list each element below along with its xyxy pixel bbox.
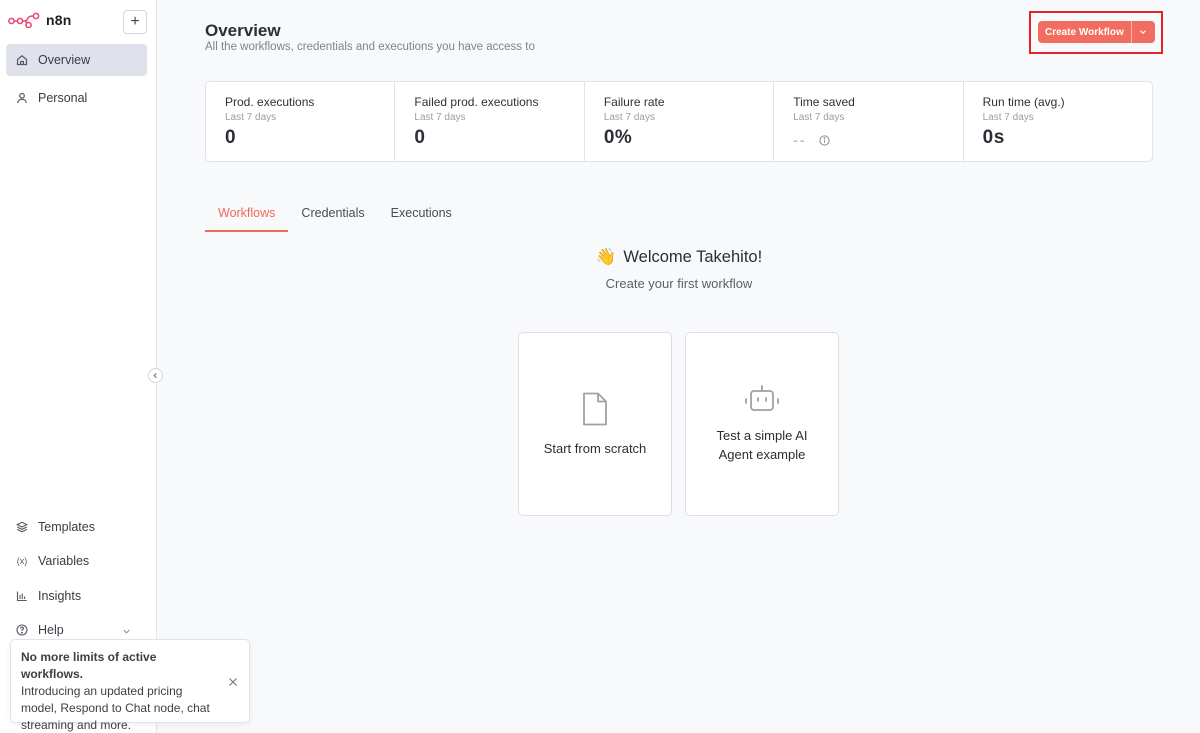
stat-value-row: -- (793, 132, 962, 148)
toast-body: Introducing an updated pricing model, Re… (21, 684, 210, 732)
ai-agent-example-card[interactable]: Test a simple AI Agent example (685, 332, 839, 516)
notification-toast: No more limits of active workflows. Intr… (10, 639, 250, 732)
stat-time-saved[interactable]: Time saved Last 7 days -- (774, 82, 964, 161)
sidebar-item-label: Help (38, 623, 64, 637)
toast-title: No more limits of active workflows. (21, 650, 157, 681)
close-icon[interactable] (228, 677, 238, 687)
sidebar-item-personal[interactable]: Personal (6, 82, 147, 114)
templates-icon (16, 521, 28, 533)
sidebar-item-variables[interactable]: (x) Variables (6, 545, 147, 577)
app-name: n8n (46, 12, 72, 28)
sidebar-item-label: Templates (38, 520, 95, 534)
file-icon (583, 392, 607, 425)
stat-period: Last 7 days (982, 112, 1034, 123)
stat-prod-executions[interactable]: Prod. executions Last 7 days 0 (206, 82, 396, 161)
sidebar-item-label: Variables (38, 554, 90, 568)
stat-value: 0s (982, 127, 1005, 148)
insights-icon (16, 590, 28, 602)
stat-value: 0 (414, 127, 426, 148)
user-icon (16, 92, 28, 104)
chevron-left-icon (153, 372, 157, 379)
start-from-scratch-card[interactable]: Start from scratch (518, 332, 672, 516)
sidebar: n8n + Overview Personal Templates (x) Va… (0, 0, 157, 733)
insights-summary: Prod. executions Last 7 days 0 Failed pr… (205, 81, 1153, 162)
stat-run-time[interactable]: Run time (avg.) Last 7 days 0s (964, 82, 1152, 161)
stat-value: -- (793, 132, 807, 148)
sidebar-item-label: Overview (38, 53, 91, 67)
tab-credentials[interactable]: Credentials (288, 203, 377, 232)
chevron-down-icon (1140, 30, 1147, 34)
card-label-line2: Agent example (718, 447, 806, 462)
stat-value: 0 (225, 127, 237, 148)
stat-label: Failure rate (603, 95, 665, 109)
tab-bar: Workflows Credentials Executions (205, 203, 465, 232)
n8n-logo[interactable]: n8n (8, 12, 72, 28)
help-icon (16, 624, 28, 636)
tab-workflows[interactable]: Workflows (205, 203, 289, 232)
welcome-subtitle: Create your first workflow (605, 276, 753, 291)
sidebar-item-label: Personal (38, 91, 88, 105)
create-workflow-button[interactable]: Create Workflow (1038, 21, 1131, 43)
collapse-sidebar-button[interactable] (148, 368, 163, 383)
create-workflow-dropdown[interactable] (1130, 21, 1155, 43)
stat-period: Last 7 days (603, 112, 655, 123)
card-label-line1: Test a simple AI (716, 428, 808, 443)
stat-period: Last 7 days (225, 112, 277, 123)
stat-period: Last 7 days (414, 112, 466, 123)
robot-icon (745, 385, 779, 411)
stat-label: Run time (avg.) (982, 95, 1065, 109)
sidebar-item-templates[interactable]: Templates (6, 511, 147, 543)
stat-period: Last 7 days (793, 112, 845, 123)
stat-label: Failed prod. executions (414, 95, 539, 109)
sidebar-item-insights[interactable]: Insights (6, 580, 147, 612)
chevron-down-icon (122, 625, 131, 639)
home-icon (16, 54, 28, 66)
tab-executions[interactable]: Executions (378, 203, 465, 232)
n8n-logo-icon (8, 12, 40, 28)
variables-icon: (x) (16, 556, 28, 566)
stat-failure-rate[interactable]: Failure rate Last 7 days 0% (585, 82, 775, 161)
card-label: Start from scratch (543, 440, 647, 456)
stat-label: Prod. executions (225, 95, 315, 109)
add-button[interactable]: + (123, 10, 147, 34)
stat-label: Time saved (793, 95, 855, 109)
create-workflow-group: Create Workflow (1038, 21, 1155, 43)
page-subtitle: All the workflows, credentials and execu… (205, 41, 535, 53)
welcome-heading: 👋 Welcome Takehito! (550, 248, 808, 267)
page-title: Overview (205, 21, 281, 40)
info-icon[interactable] (818, 134, 830, 146)
welcome-title: Welcome Takehito! (623, 248, 763, 266)
stat-failed-prod-executions[interactable]: Failed prod. executions Last 7 days 0 (395, 82, 585, 161)
waving-hand-icon: 👋 (595, 248, 617, 266)
sidebar-item-label: Insights (38, 589, 82, 603)
sidebar-item-overview[interactable]: Overview (6, 44, 147, 76)
stat-value: 0% (603, 127, 633, 148)
